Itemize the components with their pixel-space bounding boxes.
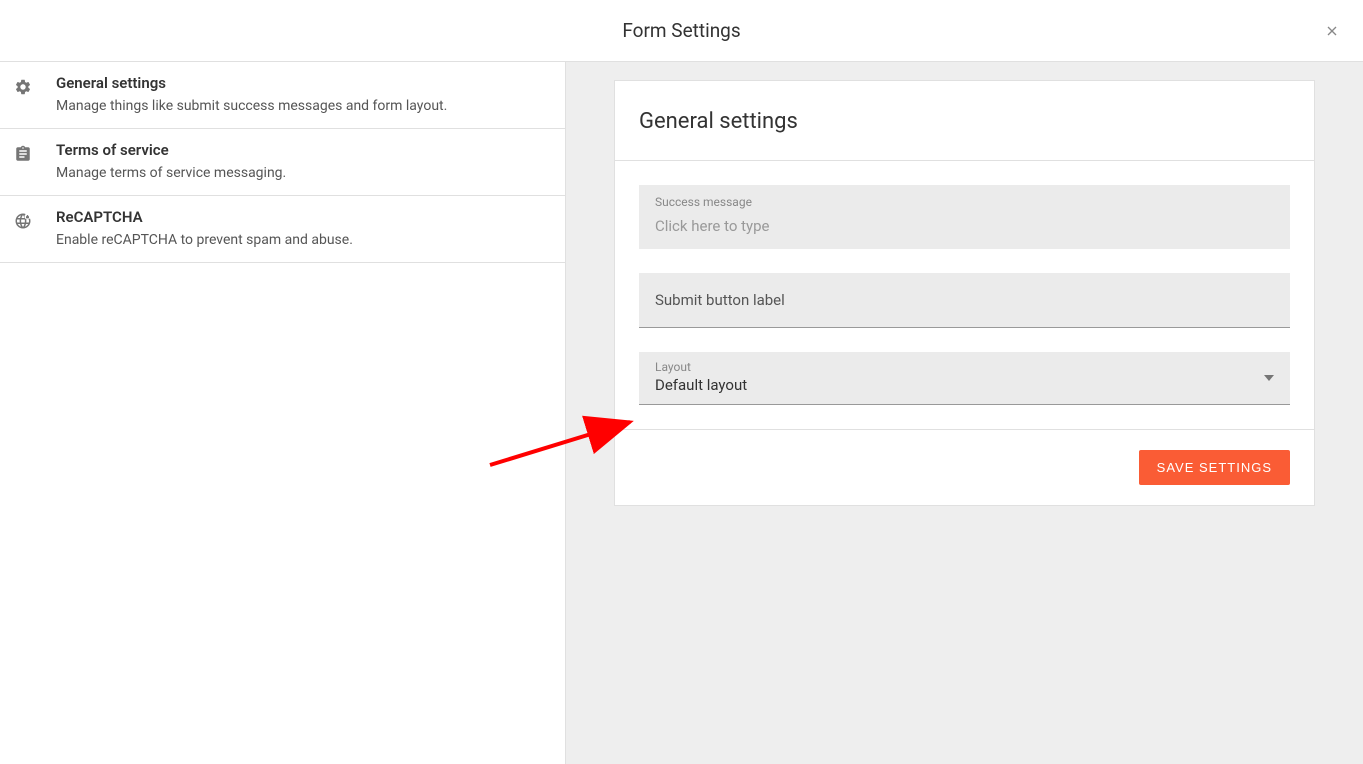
save-settings-button[interactable]: SAVE SETTINGS [1139,450,1290,485]
sidebar-item-terms[interactable]: Terms of service Manage terms of service… [0,129,565,196]
settings-panel: General settings Success message Submit … [614,80,1315,506]
gear-icon [14,78,42,100]
content-container: General settings Manage things like subm… [0,62,1363,764]
sidebar-text-terms: Terms of service Manage terms of service… [42,141,549,181]
content-area: General settings Success message Submit … [566,62,1363,764]
panel-body: Success message Submit button label Layo… [615,161,1314,430]
panel-footer: SAVE SETTINGS [615,430,1314,505]
success-message-field: Success message [639,185,1290,249]
sidebar-item-desc: Manage things like submit success messag… [56,98,549,114]
sidebar-item-general[interactable]: General settings Manage things like subm… [0,62,565,129]
sidebar-item-desc: Manage terms of service messaging. [56,165,549,181]
globe-lock-icon [14,212,42,234]
modal-title: Form Settings [622,19,740,42]
panel-title: General settings [639,109,1290,134]
sidebar-item-title: General settings [56,74,549,92]
chevron-down-icon [1264,373,1274,383]
success-message-label: Success message [639,185,1290,209]
layout-value: Default layout [639,376,1264,404]
sidebar-item-title: Terms of service [56,141,549,159]
submit-button-label-field: Submit button label [639,273,1290,328]
submit-button-label-text[interactable]: Submit button label [639,273,1290,327]
layout-label: Layout [639,352,1264,376]
clipboard-icon [14,145,42,167]
sidebar-item-title: ReCAPTCHA [56,208,549,226]
sidebar-item-recaptcha[interactable]: ReCAPTCHA Enable reCAPTCHA to prevent sp… [0,196,565,263]
close-icon [1324,23,1340,39]
panel-header: General settings [615,81,1314,161]
sidebar-item-desc: Enable reCAPTCHA to prevent spam and abu… [56,232,549,248]
success-message-input[interactable] [639,209,1290,249]
sidebar-text-recaptcha: ReCAPTCHA Enable reCAPTCHA to prevent sp… [42,208,549,248]
sidebar-text-general: General settings Manage things like subm… [42,74,549,114]
modal-header: Form Settings [0,0,1363,62]
layout-select-content: Layout Default layout [639,352,1264,404]
layout-select[interactable]: Layout Default layout [639,352,1290,405]
close-button[interactable] [1323,22,1341,40]
settings-sidebar: General settings Manage things like subm… [0,62,566,764]
